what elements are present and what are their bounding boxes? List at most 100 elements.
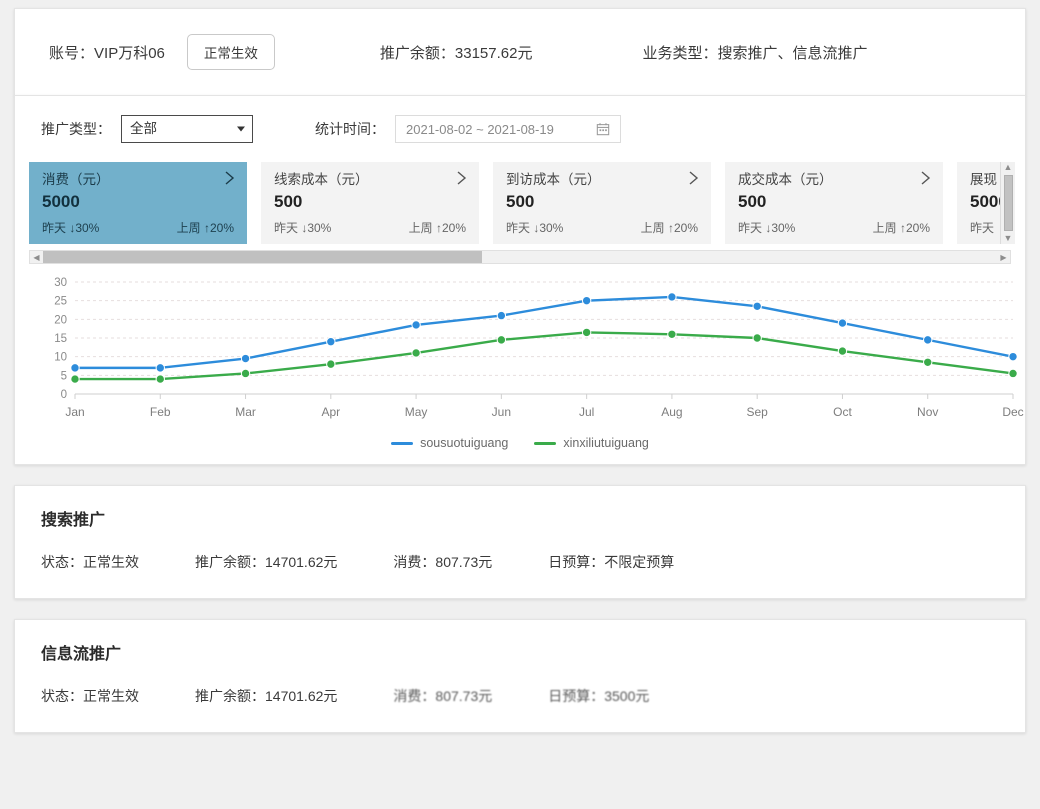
metric-cards-region: 消费（元） 5000 昨天 ↓30% 上周 ↑20% 线索成本（元） 500 昨… (15, 162, 1025, 244)
scroll-left-arrow-icon[interactable]: ◀ (30, 253, 43, 262)
chart-y-tick-label: 5 (61, 370, 67, 382)
chart-data-point[interactable] (70, 363, 80, 373)
chart-x-tick-label: Feb (150, 405, 171, 419)
promo-type-label: 推广类型： (41, 121, 111, 137)
chart-data-point[interactable] (240, 353, 251, 364)
horizontal-scroll-track[interactable] (43, 251, 997, 263)
metric-card[interactable]: 成交成本（元） 500 昨天 ↓30% 上周 ↑20% (725, 162, 943, 244)
legend-swatch (534, 441, 557, 445)
chart-data-point[interactable] (667, 329, 677, 339)
scroll-right-arrow-icon[interactable]: ▶ (997, 253, 1010, 262)
detail-field-value: 正常生效 (83, 688, 139, 704)
metric-card[interactable]: 消费（元） 5000 昨天 ↓30% 上周 ↑20% (29, 162, 247, 244)
metric-title: 到访成本（元） (506, 172, 601, 187)
detail-field: 状态：正常生效 (41, 686, 139, 706)
detail-panel-title: 搜索推广 (41, 512, 106, 529)
detail-field-label: 状态： (41, 554, 83, 570)
metric-cards-strip[interactable]: 消费（元） 5000 昨天 ↓30% 上周 ↑20% 线索成本（元） 500 昨… (25, 162, 1015, 244)
chart-y-tick-label: 0 (61, 389, 67, 401)
metric-compare-yesterday: 昨天 ↓30% (274, 221, 332, 235)
scroll-down-arrow-icon[interactable]: ▼ (1004, 233, 1013, 244)
chart-y-tick-label: 10 (54, 352, 67, 364)
chart-data-point[interactable] (496, 310, 507, 321)
horizontal-scroll-thumb[interactable] (43, 251, 482, 263)
detail-field-label: 日预算： (548, 554, 605, 570)
account-status-button[interactable]: 正常生效 (186, 34, 275, 70)
chart-data-point[interactable] (581, 327, 592, 338)
chart-data-point[interactable] (326, 359, 336, 369)
detail-panels-region: 搜索推广 状态：正常生效 推广余额：14701.62元 消费：807.73元 日… (0, 485, 1040, 733)
chart-data-point[interactable] (240, 368, 251, 379)
business-type-label: 业务类型： (642, 44, 718, 62)
metric-compare-yesterday: 昨天 ↓30% (42, 221, 100, 235)
detail-panel: 搜索推广 状态：正常生效 推广余额：14701.62元 消费：807.73元 日… (14, 485, 1026, 599)
detail-field-value: 正常生效 (83, 554, 139, 570)
chart-data-point[interactable] (326, 337, 336, 347)
detail-field-label: 推广余额： (195, 688, 265, 704)
chart-x-tick-label: Apr (321, 405, 340, 419)
chart-data-point[interactable] (496, 335, 507, 345)
chart-y-tick-label: 30 (54, 277, 67, 289)
balance-label: 推广余额： (379, 44, 455, 62)
detail-field-label: 日预算： (548, 688, 605, 704)
chart-x-tick-label: Jun (492, 405, 511, 419)
legend-label: sousuotuiguang (420, 436, 509, 450)
chevron-right-icon[interactable] (456, 170, 467, 186)
chart-data-point[interactable] (1008, 351, 1018, 362)
chart-data-point[interactable] (752, 301, 762, 311)
chevron-right-icon[interactable] (224, 170, 235, 186)
chart-data-point[interactable] (155, 374, 165, 384)
metric-compare-yesterday: 昨天 ↓30% (738, 221, 796, 235)
metric-value: 5000 (42, 192, 80, 211)
metric-compare-yesterday: 昨天 (970, 221, 995, 235)
chart-data-point[interactable] (411, 320, 421, 330)
legend-swatch (391, 441, 414, 445)
detail-field: 日预算：不限定预算 (548, 552, 674, 572)
date-range-value: 2021-08-02 ~ 2021-08-19 (406, 121, 554, 137)
chart-data-point[interactable] (923, 335, 933, 345)
chart-series-line (73, 331, 1015, 381)
chart-x-tick-label: Dec (1002, 405, 1023, 419)
chart-data-point[interactable] (667, 292, 677, 302)
detail-panel-title: 信息流推广 (41, 646, 122, 663)
metric-horizontal-scrollbar[interactable]: ◀ ▶ (29, 250, 1011, 264)
chart-data-point[interactable] (837, 346, 848, 356)
detail-panel: 信息流推广 状态：正常生效 推广余额：14701.62元 消费：807.73元 … (14, 619, 1026, 733)
detail-field: 日预算：3500元 (548, 686, 649, 706)
chart-data-point[interactable] (1008, 368, 1018, 379)
metric-compare-week: 上周 ↑20% (408, 221, 466, 235)
metric-value: 500 (738, 192, 767, 211)
promo-type-select[interactable]: 全部 (121, 115, 253, 143)
account-header: 账号： VIP万科06 正常生效 推广余额： 33157.62元 业务类型： 搜… (14, 8, 1026, 96)
business-type-group: 业务类型： 搜索推广、信息流推广 (642, 42, 867, 63)
scroll-up-arrow-icon[interactable]: ▲ (1004, 162, 1013, 173)
detail-field-label: 状态： (41, 688, 83, 704)
chevron-right-icon[interactable] (688, 170, 699, 186)
date-range-input[interactable]: 2021-08-02 ~ 2021-08-19 (395, 115, 621, 143)
detail-field-label: 消费： (393, 554, 436, 570)
metric-compare-week: 上周 ↑20% (640, 221, 698, 235)
legend-item[interactable]: xinxiliutuiguang (534, 436, 649, 450)
chart-data-point[interactable] (155, 363, 165, 373)
chart-data-point[interactable] (837, 318, 848, 328)
chart-data-point[interactable] (581, 295, 592, 306)
detail-field-label: 推广余额： (195, 554, 265, 570)
detail-field-value: 807.73元 (435, 688, 493, 704)
filter-bar: 推广类型： 全部 统计时间： 2021-08-02 ~ 2021-08-19 (15, 96, 1025, 162)
chart-data-point[interactable] (752, 333, 762, 343)
chart-data-point[interactable] (70, 374, 80, 384)
chart-x-tick-label: Aug (661, 405, 682, 419)
date-range-label: 统计时间： (315, 121, 385, 137)
chart-y-tick-label: 15 (54, 333, 67, 345)
metric-vertical-scrollbar[interactable]: ▲ ▼ (1000, 162, 1015, 244)
metric-card[interactable]: 线索成本（元） 500 昨天 ↓30% 上周 ↑20% (261, 162, 479, 244)
chevron-right-icon[interactable] (920, 170, 931, 186)
vertical-scroll-thumb[interactable] (1003, 175, 1013, 231)
metric-card[interactable]: 到访成本（元） 500 昨天 ↓30% 上周 ↑20% (493, 162, 711, 244)
account-label: 账号： (49, 45, 95, 62)
legend-item[interactable]: sousuotuiguang (391, 436, 508, 450)
business-type-value: 搜索推广、信息流推广 (717, 44, 868, 62)
chart-data-point[interactable] (411, 348, 421, 358)
chart-data-point[interactable] (923, 357, 933, 367)
account-value: VIP万科06 (94, 45, 165, 62)
